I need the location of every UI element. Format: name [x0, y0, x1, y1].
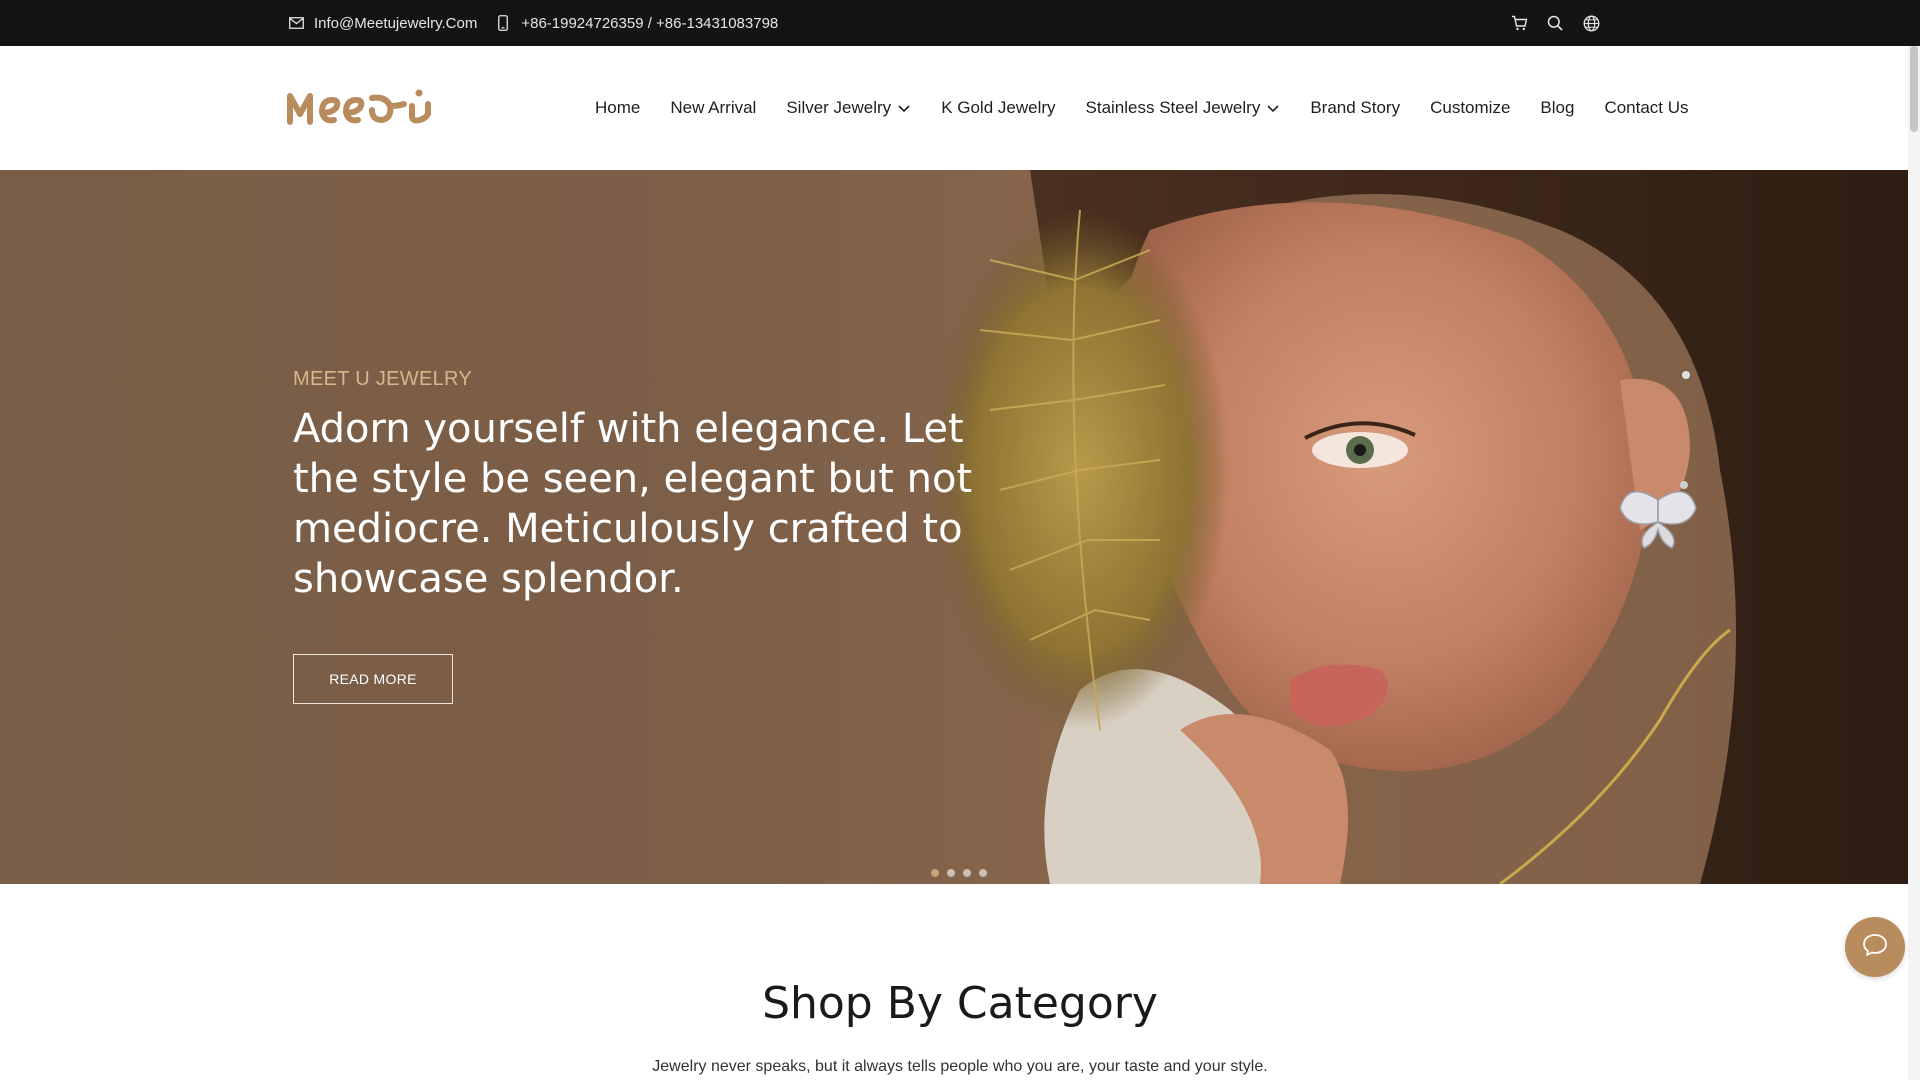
hero-eyebrow: MEET U JEWELRY — [293, 368, 473, 390]
top-utility-bar: Info@Meetujewelry.Com +86-19924726359 / … — [0, 0, 1920, 46]
chat-button[interactable] — [1845, 917, 1905, 977]
nav-silver-jewelry-label: Silver Jewelry — [786, 98, 892, 117]
nav-contact-us[interactable]: Contact Us — [1589, 98, 1703, 118]
phone-text: +86-19924726359 / +86-13431083798 — [521, 14, 779, 32]
nav-brand-story[interactable]: Brand Story — [1295, 98, 1415, 118]
nav-blog[interactable]: Blog — [1525, 98, 1589, 118]
hero-headline: Adorn yourself with elegance. Let the st… — [293, 406, 973, 602]
hero-banner: MEET U JEWELRY Adorn yourself with elega… — [0, 170, 1920, 884]
section-title: Shop By Category — [762, 978, 1158, 1029]
nav-contact-us-label: Contact Us — [1604, 98, 1689, 117]
logo-graphic — [287, 89, 431, 125]
chevron-down-icon — [1266, 101, 1280, 115]
search-icon[interactable] — [1546, 14, 1564, 32]
globe-icon[interactable] — [1582, 14, 1600, 32]
slider-pagination — [931, 869, 987, 877]
phone-link[interactable]: +86-19924726359 / +86-13431083798 — [495, 15, 778, 32]
nav-customize[interactable]: Customize — [1415, 98, 1525, 118]
chevron-down-icon — [897, 101, 911, 115]
chat-bubble-icon — [1862, 933, 1888, 962]
envelope-icon — [288, 15, 304, 31]
nav-customize-label: Customize — [1430, 98, 1511, 117]
nav-k-gold-jewelry-label: K Gold Jewelry — [941, 98, 1056, 117]
email-text: Info@Meetujewelry.Com — [314, 14, 478, 32]
phone-icon — [495, 15, 511, 31]
slide-dot-2[interactable] — [947, 869, 955, 877]
nav-home[interactable]: Home — [580, 98, 655, 118]
email-link[interactable]: Info@Meetujewelry.Com — [288, 15, 477, 32]
nav-home-label: Home — [595, 98, 641, 117]
slide-dot-1[interactable] — [931, 869, 939, 877]
page-scrollbar[interactable] — [1908, 46, 1920, 1080]
brand-logo[interactable] — [286, 84, 436, 128]
scrollbar-thumb[interactable] — [1910, 46, 1918, 132]
nav-stainless-steel-jewelry[interactable]: Stainless Steel Jewelry — [1071, 98, 1296, 118]
nav-silver-jewelry[interactable]: Silver Jewelry — [771, 98, 926, 118]
nav-k-gold-jewelry[interactable]: K Gold Jewelry — [926, 98, 1070, 118]
top-tools — [1510, 0, 1600, 46]
cart-icon[interactable] — [1510, 14, 1528, 32]
slide-dot-3[interactable] — [963, 869, 971, 877]
nav-blog-label: Blog — [1540, 98, 1575, 117]
main-navigation: Home New Arrival Silver Jewelry K Gold J… — [580, 46, 1704, 170]
read-more-button[interactable]: READ MORE — [293, 654, 453, 704]
section-subtitle: Jewelry never speaks, but it always tell… — [652, 1058, 1268, 1075]
site-header: Home New Arrival Silver Jewelry K Gold J… — [0, 46, 1920, 170]
slide-dot-4[interactable] — [979, 869, 987, 877]
nav-brand-story-label: Brand Story — [1310, 98, 1401, 117]
nav-stainless-steel-label: Stainless Steel Jewelry — [1085, 98, 1261, 117]
nav-new-arrival-label: New Arrival — [670, 98, 757, 117]
nav-new-arrival[interactable]: New Arrival — [655, 98, 771, 118]
contact-info: Info@Meetujewelry.Com +86-19924726359 / … — [288, 0, 778, 46]
